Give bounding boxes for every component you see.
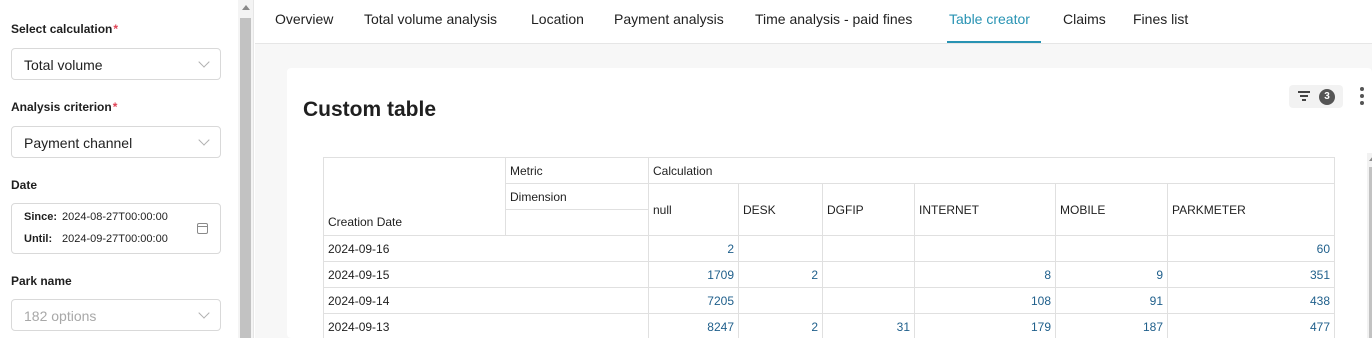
date-range-picker[interactable]: Since: 2024-08-27T00:00:00 Until: 2024-09-… — [11, 203, 221, 254]
tab-claims[interactable]: Claims — [1063, 11, 1106, 27]
column-header: DESK — [738, 183, 823, 236]
value-cell: 60 — [1167, 235, 1335, 262]
value-cell: 91 — [1055, 287, 1168, 314]
criterion-select[interactable]: Payment channel — [11, 126, 221, 158]
chevron-down-icon — [198, 134, 210, 146]
card-title: Custom table — [303, 98, 437, 121]
value-cell: 8 — [914, 261, 1056, 288]
tab-payment-analysis[interactable]: Payment analysis — [614, 11, 724, 27]
tab-time-analysis[interactable]: Time analysis - paid fines — [755, 11, 912, 27]
value-cell — [822, 235, 915, 262]
table-row: 2024-09-14 7205 108 91 438 — [323, 287, 1335, 314]
value-cell: 9 — [1055, 261, 1168, 288]
table-row: 2024-09-13 8247 2 31 179 187 477 — [323, 313, 1335, 338]
column-header: PARKMETER — [1167, 183, 1335, 236]
tab-overview[interactable]: Overview — [275, 11, 333, 27]
calendar-icon[interactable] — [197, 223, 208, 234]
scrollbar-thumb[interactable] — [240, 18, 251, 338]
date-cell: 2024-09-14 — [323, 287, 649, 314]
value-cell — [822, 287, 915, 314]
value-cell: 31 — [822, 313, 915, 338]
main-content: Overview Total volume analysis Location … — [255, 0, 1372, 338]
value-cell — [738, 287, 823, 314]
value-cell: 477 — [1167, 313, 1335, 338]
filter-sidebar: Select calculation* Total volume Analysi… — [0, 0, 238, 338]
park-label: Park name — [11, 274, 72, 288]
since-row: Since: 2024-08-27T00:00:00 — [24, 211, 168, 223]
date-cell: 2024-09-16 — [323, 235, 649, 262]
value-cell: 2 — [738, 261, 823, 288]
date-cell: 2024-09-13 — [323, 313, 649, 338]
table-scrollbar[interactable] — [1367, 153, 1372, 338]
column-header: DGFIP — [822, 183, 915, 236]
column-header: MOBILE — [1055, 183, 1168, 236]
tab-total-volume-analysis[interactable]: Total volume analysis — [364, 11, 497, 27]
value-cell: 438 — [1167, 287, 1335, 314]
value-cell: 1709 — [648, 261, 739, 288]
calculation-label: Select calculation* — [11, 22, 119, 36]
value-cell — [822, 261, 915, 288]
tab-table-creator[interactable]: Table creator — [949, 11, 1030, 27]
date-label: Date — [11, 178, 38, 192]
table-row: 2024-09-15 1709 2 8 9 351 — [323, 261, 1335, 288]
criterion-label: Analysis criterion* — [11, 100, 118, 114]
tab-bar: Overview Total volume analysis Location … — [255, 0, 1372, 44]
metric-label: Metric — [505, 157, 649, 184]
dimension-label: Dimension — [505, 183, 649, 210]
column-header: INTERNET — [914, 183, 1056, 236]
more-options-icon[interactable] — [1360, 87, 1364, 105]
calculation-header: Calculation — [648, 157, 1335, 184]
filter-button[interactable]: 3 — [1289, 85, 1343, 108]
custom-table: Creation Date Metric Calculation Dimensi… — [323, 157, 1335, 338]
value-cell — [738, 235, 823, 262]
value-cell: 7205 — [648, 287, 739, 314]
filter-count-badge: 3 — [1319, 89, 1335, 105]
tab-fines-list[interactable]: Fines list — [1133, 11, 1188, 27]
tab-location[interactable]: Location — [531, 11, 584, 27]
value-cell: 8247 — [648, 313, 739, 338]
value-cell: 187 — [1055, 313, 1168, 338]
table-row: 2024-09-16 2 60 — [323, 235, 1335, 262]
sidebar-scrollbar[interactable] — [238, 0, 254, 338]
criterion-value: Payment channel — [24, 135, 133, 151]
value-cell: 351 — [1167, 261, 1335, 288]
value-cell: 179 — [914, 313, 1056, 338]
custom-table-card: Custom table 3 Creation Date Metric Calc… — [287, 68, 1372, 338]
scroll-up-icon[interactable] — [242, 5, 250, 10]
calculation-value: Total volume — [24, 57, 103, 73]
column-header: null — [648, 183, 739, 236]
empty-header-cell — [505, 209, 649, 236]
park-select[interactable]: 182 options — [11, 299, 221, 331]
value-cell: 2 — [738, 313, 823, 338]
chevron-down-icon — [198, 56, 210, 68]
filter-icon — [1298, 91, 1310, 101]
until-row: Until: 2024-09-27T00:00:00 — [24, 233, 168, 245]
value-cell — [1055, 235, 1168, 262]
value-cell — [914, 235, 1056, 262]
park-placeholder: 182 options — [24, 308, 97, 324]
date-cell: 2024-09-15 — [323, 261, 649, 288]
value-cell: 108 — [914, 287, 1056, 314]
chevron-down-icon — [198, 307, 210, 319]
row-header-cell: Creation Date — [323, 157, 506, 236]
value-cell: 2 — [648, 235, 739, 262]
active-tab-indicator — [947, 41, 1041, 43]
calculation-select[interactable]: Total volume — [11, 48, 221, 80]
